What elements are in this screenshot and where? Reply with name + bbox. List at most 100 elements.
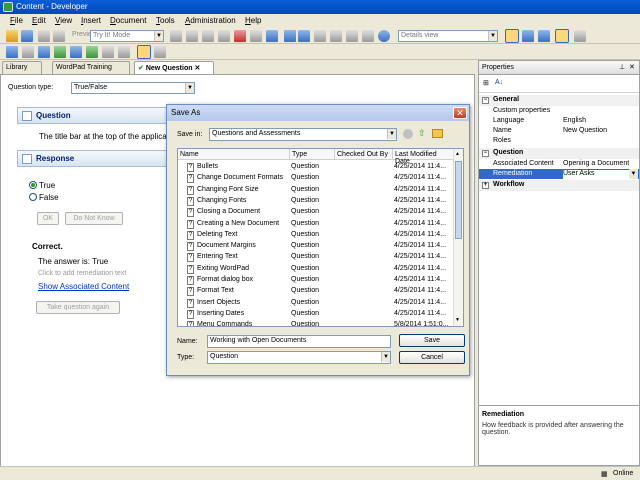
bold-icon[interactable] — [170, 30, 182, 42]
file-row[interactable]: ? Format Text Question 4/25/2014 11:4... — [178, 286, 454, 297]
column-checked-out-by[interactable]: Checked Out By — [335, 149, 393, 160]
menu-help[interactable]: Help — [245, 16, 261, 25]
new-folder-icon[interactable] — [432, 129, 443, 138]
image-icon[interactable] — [38, 46, 50, 58]
layout-1-icon[interactable] — [505, 29, 519, 43]
format-icon[interactable] — [218, 30, 230, 42]
prop-language[interactable]: Language English — [479, 116, 639, 126]
prop-roles[interactable]: Roles — [479, 136, 639, 146]
layout-3-icon[interactable] — [538, 30, 550, 42]
magnifier-icon[interactable] — [154, 46, 166, 58]
italic-icon[interactable] — [186, 30, 198, 42]
cancel-button[interactable]: Cancel — [399, 351, 465, 364]
menu-edit[interactable]: Edit — [32, 16, 46, 25]
file-row[interactable]: ? Changing Fonts Question 4/25/2014 11:4... — [178, 196, 454, 207]
radio-false[interactable] — [29, 193, 37, 201]
view-select[interactable]: Details view ▼ — [398, 30, 498, 42]
pencil-icon[interactable] — [137, 45, 151, 59]
settings-icon[interactable] — [250, 30, 262, 42]
close-icon[interactable]: ✕ — [453, 107, 467, 119]
layout-4-icon[interactable] — [555, 29, 569, 43]
frame-icon[interactable] — [6, 46, 18, 58]
question-text[interactable]: The title bar at the top of the applica — [39, 132, 167, 141]
column-last-modified[interactable]: Last Modified Date — [393, 149, 455, 165]
save-in-select[interactable]: Questions and Assessments ▼ — [209, 128, 397, 141]
group-workflow[interactable]: + Workflow — [479, 180, 639, 191]
scroll-thumb[interactable] — [455, 161, 462, 239]
chart-icon[interactable] — [86, 46, 98, 58]
prop-associated-content[interactable]: Associated Content Opening a Document — [479, 159, 639, 169]
delete-icon[interactable] — [234, 30, 246, 42]
window-icon[interactable] — [574, 30, 586, 42]
pin-icon[interactable]: ⊥ — [619, 63, 625, 71]
link-icon[interactable] — [266, 30, 278, 42]
tab-library[interactable]: Library — [2, 61, 42, 74]
scroll-down-icon[interactable]: ▼ — [455, 317, 460, 323]
prop-value[interactable]: User Asks — [563, 170, 629, 179]
menu-tools[interactable]: Tools — [156, 16, 175, 25]
categorize-icon[interactable]: ⊞ — [483, 79, 489, 87]
file-row[interactable]: ? Bullets Question 4/25/2014 11:4... — [178, 162, 454, 173]
grid-icon[interactable] — [362, 30, 374, 42]
ok-button[interactable]: OK — [37, 212, 59, 225]
file-row[interactable]: ? Exiting WordPad Question 4/25/2014 11:4..… — [178, 264, 454, 275]
file-row[interactable]: ? Menu Commands Question 5/8/2014 1:51:0... — [178, 320, 454, 326]
take-again-button[interactable]: Take question again — [36, 301, 120, 314]
column-name[interactable]: Name — [178, 149, 290, 160]
remediation-hint[interactable]: Click to add remediation text — [38, 270, 126, 277]
menu-view[interactable]: View — [55, 16, 72, 25]
save-icon[interactable] — [21, 30, 33, 42]
bookmark-icon[interactable] — [118, 46, 130, 58]
question-type-select[interactable]: True/False ▼ — [71, 82, 195, 94]
show-content-link[interactable]: Show Associated Content — [38, 282, 129, 291]
file-row[interactable]: ? Inserting Dates Question 4/25/2014 11:4..… — [178, 309, 454, 320]
outdent-icon[interactable] — [330, 30, 342, 42]
underline-icon[interactable] — [202, 30, 214, 42]
column-type[interactable]: Type — [290, 149, 335, 160]
mode-select[interactable]: Try It! Mode ▼ — [90, 30, 164, 42]
tab-new-question[interactable]: ✔ New Question ✕ — [134, 61, 214, 75]
redo-icon[interactable] — [298, 30, 310, 42]
sort-alpha-icon[interactable]: A↓ — [495, 79, 503, 86]
file-row[interactable]: ? Entering Text Question 4/25/2014 11:4... — [178, 252, 454, 263]
prop-name[interactable]: Name New Question — [479, 126, 639, 136]
cut-icon[interactable] — [38, 30, 50, 42]
back-icon[interactable] — [403, 129, 413, 139]
file-list-scrollbar[interactable]: ▲ ▼ — [453, 149, 463, 326]
close-icon[interactable]: ✕ — [629, 63, 635, 71]
prop-remediation[interactable]: Remediation User Asks ▼ — [479, 169, 639, 179]
scroll-up-icon[interactable]: ▲ — [455, 151, 460, 157]
undo-icon[interactable] — [284, 30, 296, 42]
close-icon[interactable]: ✕ — [194, 65, 200, 72]
menu-administration[interactable]: Administration — [185, 16, 236, 25]
file-name-input[interactable]: Working with Open Documents — [207, 335, 391, 348]
open-folder-icon[interactable] — [6, 30, 18, 42]
radio-true[interactable] — [29, 181, 37, 189]
indent-icon[interactable] — [314, 30, 326, 42]
do-not-know-button[interactable]: Do Not Know — [65, 212, 123, 225]
file-row[interactable]: ? Changing Font Size Question 4/25/2014 11:… — [178, 185, 454, 196]
group-question[interactable]: − Question — [479, 148, 639, 159]
help-icon[interactable] — [378, 30, 390, 42]
file-row[interactable]: ? Insert Objects Question 4/25/2014 11:4... — [178, 298, 454, 309]
list-icon[interactable] — [346, 30, 358, 42]
menu-document[interactable]: Document — [110, 16, 146, 25]
file-row[interactable]: ? Format dialog box Question 4/25/2014 11:4… — [178, 275, 454, 286]
up-folder-icon[interactable]: ⇧ — [418, 128, 426, 139]
file-row[interactable]: ? Deleting Text Question 4/25/2014 11:4... — [178, 230, 454, 241]
file-row[interactable]: ? Closing a Document Question 4/25/2014 11:… — [178, 207, 454, 218]
file-type-select[interactable]: Question ▼ — [207, 351, 391, 364]
layout-2-icon[interactable] — [522, 30, 534, 42]
file-row[interactable]: ? Document Margins Question 4/25/2014 11:4.… — [178, 241, 454, 252]
file-row[interactable]: ? Change Document Formats Question 4/25/201… — [178, 173, 454, 184]
tab-wordpad-training[interactable]: WordPad Training — [52, 61, 130, 74]
file-row[interactable]: ? Creating a New Document Question 4/25/201… — [178, 219, 454, 230]
save-button[interactable]: Save — [399, 334, 465, 347]
picture-icon[interactable] — [54, 46, 66, 58]
menu-file[interactable]: File — [10, 16, 23, 25]
group-general[interactable]: − General — [479, 95, 639, 106]
chevron-down-icon[interactable]: ▼ — [629, 169, 638, 179]
copy-icon[interactable] — [53, 30, 65, 42]
text-icon[interactable] — [22, 46, 34, 58]
sound-icon[interactable] — [102, 46, 114, 58]
